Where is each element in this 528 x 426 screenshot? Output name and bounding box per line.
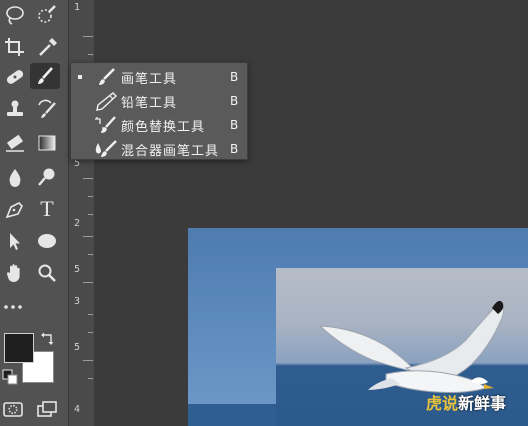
watermark-part1: 虎说 — [426, 394, 459, 413]
ruler-label: 1 — [74, 2, 81, 13]
default-colors-icon[interactable] — [2, 369, 18, 385]
lasso-icon[interactable] — [2, 4, 28, 26]
menu-item-label: 颜色替换工具 — [121, 119, 206, 135]
menu-item-label: 铅笔工具 — [121, 95, 178, 111]
foreground-color-swatch[interactable] — [4, 333, 34, 363]
menu-item-color-replacement-tool[interactable]: 颜色替换工具 B — [71, 113, 247, 137]
tools-panel: T — [0, 0, 68, 426]
menu-item-shortcut: B — [230, 118, 239, 132]
healing-brush-icon[interactable] — [2, 66, 28, 88]
quick-selection-icon[interactable] — [34, 4, 60, 26]
screen-mode-icon[interactable] — [34, 398, 60, 420]
menu-item-pencil-tool[interactable]: 铅笔工具 B — [71, 89, 247, 113]
eraser-icon[interactable] — [2, 132, 28, 154]
color-replacement-icon — [95, 116, 116, 133]
crop-icon[interactable] — [2, 36, 28, 58]
selected-indicator — [78, 75, 82, 79]
brush-tools-flyout-menu: 画笔工具 B 铅笔工具 B 颜色替换工具 B 混合器画笔工具 B — [70, 62, 248, 160]
clone-stamp-icon[interactable] — [2, 98, 28, 120]
pencil-icon — [96, 92, 117, 111]
blur-icon[interactable] — [2, 166, 28, 188]
menu-item-label: 混合器画笔工具 — [121, 143, 220, 159]
menu-item-label: 画笔工具 — [121, 71, 178, 87]
type-tool-label: T — [40, 196, 54, 221]
menu-item-mixer-brush-tool[interactable]: 混合器画笔工具 B — [71, 137, 247, 161]
swap-colors-icon[interactable] — [40, 330, 56, 346]
watermark-part2: 新鲜事 — [458, 394, 507, 413]
brush-icon[interactable] — [30, 63, 60, 89]
more-tools-icon[interactable] — [0, 296, 26, 318]
menu-item-shortcut: B — [230, 142, 239, 156]
menu-item-brush-tool[interactable]: 画笔工具 B — [71, 65, 247, 89]
zoom-icon[interactable] — [34, 262, 60, 284]
gradient-icon[interactable] — [34, 132, 60, 154]
ruler-label: 5 — [74, 342, 81, 353]
path-selection-icon[interactable] — [2, 230, 28, 252]
pen-icon[interactable] — [2, 198, 28, 220]
ruler-label: 2 — [74, 218, 81, 229]
dodge-icon[interactable] — [34, 166, 60, 188]
ellipse-icon[interactable] — [34, 230, 60, 252]
ruler-label: 3 — [74, 296, 81, 307]
quick-mask-icon[interactable] — [0, 398, 26, 420]
menu-item-shortcut: B — [230, 70, 239, 84]
watermark: 虎说新鲜事 — [426, 390, 506, 414]
menu-item-shortcut: B — [230, 94, 239, 108]
mixer-brush-icon — [95, 140, 117, 157]
brush-icon — [99, 68, 115, 85]
history-brush-icon[interactable] — [34, 98, 60, 120]
eyedropper-icon[interactable] — [34, 36, 60, 58]
ruler-label: 4 — [74, 404, 81, 415]
type-icon[interactable]: T — [34, 198, 60, 220]
ruler-label: 5 — [74, 264, 81, 275]
hand-icon[interactable] — [2, 262, 28, 284]
